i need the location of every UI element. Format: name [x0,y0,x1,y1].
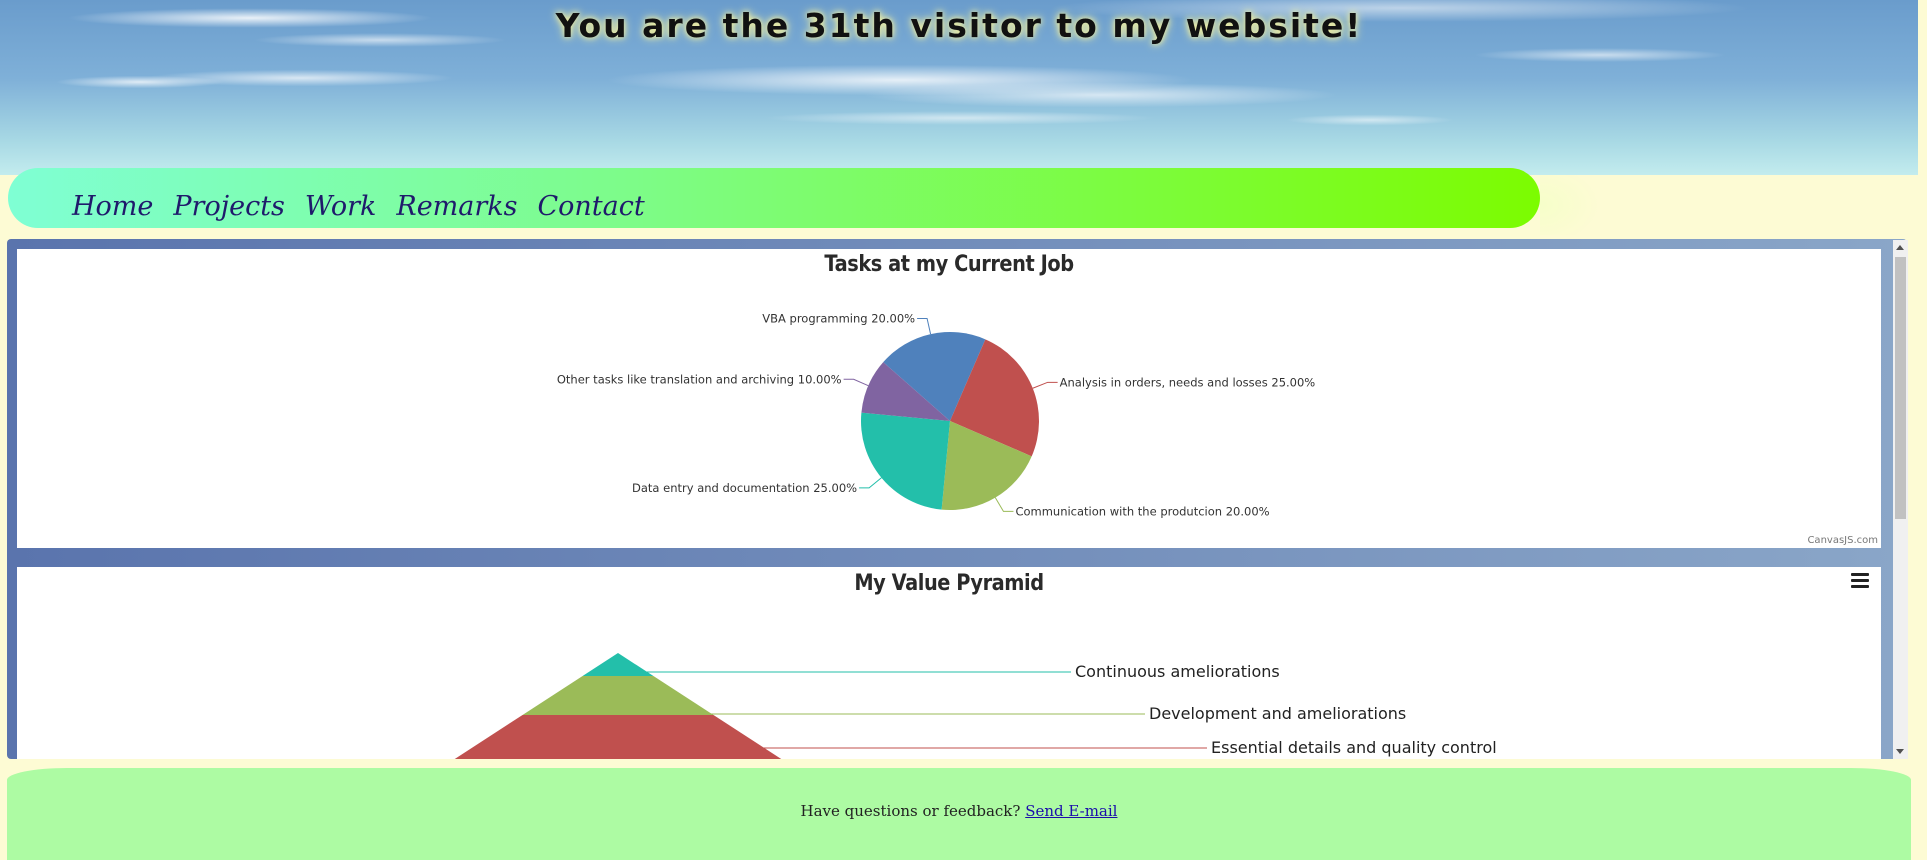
pie-leader-line [994,497,1014,512]
content-frame: Tasks at my Current Job VBA programming … [7,239,1907,759]
scroll-up-icon[interactable] [1896,245,1904,250]
send-email-link[interactable]: Send E-mail [1025,802,1117,820]
pie-slice[interactable] [861,412,950,510]
pyramid-level[interactable] [582,653,654,676]
pyramid-level-label: Essential details and quality control [1211,738,1497,757]
footer-question: Have questions or feedback? [800,802,1021,820]
pyramid-chart: Continuous ameliorations Development and … [442,653,1497,759]
pie-slice-label: Analysis in orders, needs and losses 25.… [1060,375,1316,389]
footer-text-line: Have questions or feedback? Send E-mail [7,802,1911,820]
nav-home[interactable]: Home [72,191,153,222]
pyramid-chart-panel: My Value Pyramid Continuous amelioration… [17,567,1881,759]
pie-slice-label: Other tasks like translation and archivi… [557,372,842,386]
pyramid-level[interactable] [522,676,714,715]
pie-slice-label: VBA programming 20.00% [762,312,915,326]
frame-scrollbar[interactable] [1893,240,1908,759]
main-navigation: Home Projects Work Remarks Contact [8,168,1540,228]
pie-leader-line [917,318,932,335]
pyramid-level-label: Development and ameliorations [1149,704,1406,723]
nav-contact[interactable]: Contact [538,191,645,222]
pyramid-level[interactable] [442,715,793,759]
pie-leader-line [843,378,869,387]
pyramid-level-label: Continuous ameliorations [1075,662,1280,681]
pie-slice-label: Data entry and documentation 25.00% [632,481,857,495]
scroll-thumb[interactable] [1895,257,1906,519]
pie-leader-line [859,477,882,489]
nav-work[interactable]: Work [305,191,376,222]
nav-remarks[interactable]: Remarks [396,191,517,222]
nav-projects[interactable]: Projects [173,191,285,222]
nav-fade [1540,175,1650,235]
visitor-counter-title: You are the 31th visitor to my website! [555,6,1363,45]
sky-header: You are the 31th visitor to my website! [0,0,1918,175]
footer: Have questions or feedback? Send E-mail [7,768,1911,860]
pie-leader-line [1032,381,1058,389]
scroll-down-icon[interactable] [1896,749,1904,754]
canvasjs-credit[interactable]: CanvasJS.com [1807,535,1878,546]
pie-chart-panel: Tasks at my Current Job VBA programming … [17,249,1881,548]
pie-slice-label: Communication with the produtcion 20.00% [1015,504,1269,518]
pie-chart: VBA programming 20.00% Analysis in orders… [557,312,1316,519]
